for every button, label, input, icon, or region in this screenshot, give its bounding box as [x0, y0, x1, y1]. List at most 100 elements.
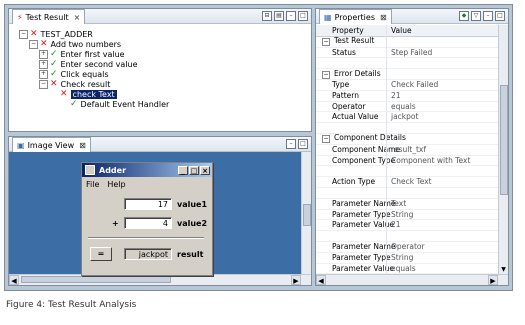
scroll-left-icon[interactable]: ◀	[316, 275, 326, 285]
property-value: Operator	[386, 241, 498, 252]
scroll-right-icon[interactable]: ▶	[488, 275, 498, 285]
properties-hscrollbar[interactable]: ◀ ▶	[316, 274, 508, 285]
property-row[interactable]: Parameter Type String	[316, 252, 498, 264]
pass-icon: ✓	[50, 69, 58, 79]
value-column-header[interactable]: Value	[386, 25, 498, 36]
property-row[interactable]: Status Step Failed	[316, 46, 498, 59]
property-row[interactable]: Parameter Type String	[316, 208, 498, 221]
collapse-icon[interactable]: −	[29, 39, 38, 49]
layout-icon[interactable]: ▤	[274, 11, 284, 21]
property-category[interactable]: − Component Details	[316, 133, 498, 145]
pin-icon[interactable]: ◆	[459, 11, 469, 21]
tree-node[interactable]: ✕ check Text	[19, 89, 169, 99]
tree-node[interactable]: − ✕ TEST_ADDER	[19, 29, 169, 39]
close-icon[interactable]: ⊠	[380, 13, 387, 22]
tab-test-result[interactable]: ⚡ Test Result ×	[12, 9, 86, 24]
maximize-icon[interactable]: □	[298, 139, 308, 149]
properties-tab-icon: ▦	[324, 12, 332, 22]
fail-icon: ✕	[30, 29, 38, 39]
property-row[interactable]: Component Type Component with Text	[316, 154, 498, 167]
property-row[interactable]: Component Name result_txf	[316, 144, 498, 156]
tree-node-label: check Text	[70, 89, 117, 99]
value2-field[interactable]: 4	[124, 217, 172, 229]
fail-icon: ✕	[50, 79, 58, 89]
empty-cell	[386, 187, 498, 198]
property-category[interactable]: − Error Details	[316, 68, 498, 80]
view-menu-icon[interactable]: ▽	[471, 11, 481, 21]
pass-icon: ✓	[70, 99, 78, 109]
maximize-icon[interactable]: □	[495, 11, 505, 21]
maximize-icon[interactable]: □	[298, 11, 308, 21]
property-row[interactable]: Parameter Name Text	[316, 198, 498, 210]
collapse-icon[interactable]: −	[322, 70, 330, 79]
figure-caption: Figure 4: Test Result Analysis	[6, 300, 137, 310]
close-icon[interactable]: ×	[200, 165, 210, 175]
property-row[interactable]: Operator equals	[316, 100, 498, 113]
property-row[interactable]: Pattern 21	[316, 90, 498, 102]
expand-icon[interactable]: +	[39, 59, 48, 69]
property-row[interactable]: Actual Value jackpot	[316, 111, 498, 124]
category-cell: − Test Result	[316, 36, 386, 47]
property-row[interactable]: Action Type Check Text	[316, 176, 498, 188]
tree-node[interactable]: + ✓ Enter second value	[19, 59, 169, 69]
test-result-panel: ⚡ Test Result × ⊟ ▤ – □ − ✕ TEST_ADDER − ✕ Ad…	[8, 8, 312, 132]
maximize-icon[interactable]: □	[189, 165, 199, 175]
property-category[interactable]: − Test Result	[316, 36, 498, 48]
tree-node[interactable]: − ✕ Check result	[19, 79, 169, 89]
collapse-icon[interactable]: −	[322, 38, 330, 47]
collapse-icon[interactable]: −	[19, 29, 28, 39]
close-icon[interactable]: ×	[74, 13, 81, 22]
property-row[interactable]: Parameter Value 21	[316, 219, 498, 232]
menu-file[interactable]: File	[86, 180, 99, 189]
tree-node-label: Enter first value	[60, 49, 125, 59]
menu-help[interactable]: Help	[107, 180, 125, 189]
property-name: Component Type	[332, 155, 396, 165]
value1-field[interactable]: 17	[124, 198, 172, 210]
scroll-right-icon[interactable]: ▶	[291, 275, 301, 285]
expand-icon[interactable]: +	[39, 69, 48, 79]
collapse-icon[interactable]: −	[39, 79, 48, 89]
tree-node-label: Click equals	[60, 69, 109, 79]
category-cell: − Component Details	[316, 133, 406, 144]
property-row[interactable]: Parameter Name Operator	[316, 241, 498, 253]
tree-node[interactable]: + ✓ Enter first value	[19, 49, 169, 59]
adder-titlebar[interactable]: Adder _ □ ×	[82, 163, 212, 177]
tree-node-label: Add two numbers	[50, 39, 122, 49]
close-icon[interactable]: ⊠	[79, 141, 86, 150]
vertical-scrollbar[interactable]	[301, 152, 311, 275]
property-value: jackpot	[386, 111, 498, 123]
scroll-left-icon[interactable]: ◀	[9, 275, 19, 285]
separator	[88, 237, 204, 239]
property-row[interactable]: Type Check Failed	[316, 79, 498, 91]
minimize-icon[interactable]: _	[178, 165, 188, 175]
empty-cell	[386, 230, 498, 241]
fail-icon: ✕	[60, 89, 68, 99]
tree-node[interactable]: + ✓ Click equals	[19, 69, 169, 79]
scroll-thumb[interactable]	[303, 204, 311, 226]
value1-label: value1	[177, 200, 208, 209]
scroll-thumb[interactable]	[500, 85, 508, 195]
properties-vscrollbar[interactable]: ▼	[498, 25, 508, 275]
properties-panel: ▦ Properties ⊠ ◆ ▽ – □ Property Value − T…	[315, 8, 509, 286]
property-column-header[interactable]: Property	[316, 26, 386, 35]
equals-button[interactable]: =	[90, 247, 112, 261]
tab-properties[interactable]: ▦ Properties ⊠	[319, 9, 392, 24]
adder-title: Adder	[99, 165, 127, 175]
collapse-icon[interactable]: ⊟	[262, 11, 272, 21]
property-value: equals	[386, 100, 498, 112]
minimize-icon[interactable]: –	[286, 11, 296, 21]
result-field[interactable]: jackpot	[124, 248, 172, 260]
scroll-thumb[interactable]	[21, 276, 171, 283]
expand-icon[interactable]: +	[39, 49, 48, 59]
empty-cell	[386, 57, 498, 69]
tree-node[interactable]: − ✕ Add two numbers	[19, 39, 169, 49]
minimize-icon[interactable]: –	[286, 139, 296, 149]
collapse-icon[interactable]: −	[322, 135, 330, 144]
minimize-icon[interactable]: –	[483, 11, 493, 21]
tree-node[interactable]: ✓ Default Event Handler	[19, 99, 169, 109]
property-row[interactable]: Parameter Value equals	[316, 262, 498, 275]
tab-image-view[interactable]: ▣ Image View ⊠	[12, 137, 91, 152]
property-name: Component Name	[332, 144, 401, 154]
category-cell: − Error Details	[316, 69, 386, 79]
property-spacer	[316, 122, 498, 134]
